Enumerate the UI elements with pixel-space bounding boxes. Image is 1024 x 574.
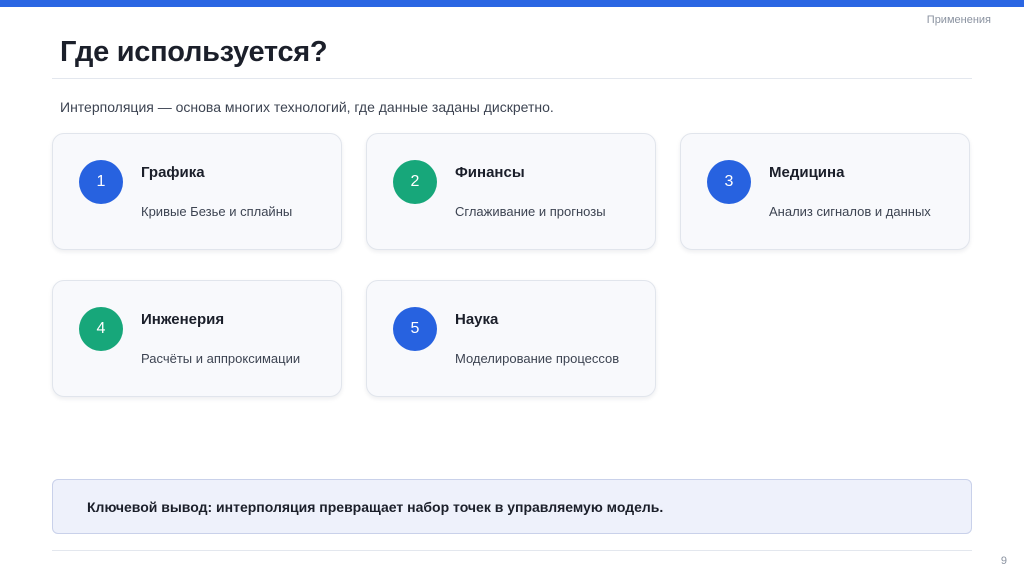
card-medicine: 3 Медицина Анализ сигналов и данных [680,133,970,250]
card-title: Финансы [455,164,525,181]
subtitle: Интерполяция — основа многих технологий,… [60,99,554,115]
key-takeaway-callout: Ключевой вывод: интерполяция превращает … [52,479,972,534]
card-description: Анализ сигналов и данных [769,204,931,219]
card-description: Сглаживание и прогнозы [455,204,606,219]
card-finance: 2 Финансы Сглаживание и прогнозы [366,133,656,250]
top-accent-bar [0,0,1024,7]
number-badge: 4 [79,307,123,351]
footer-divider [52,550,972,551]
number-badge: 3 [707,160,751,204]
card-description: Моделирование процессов [455,351,620,366]
card-description: Кривые Безье и сплайны [141,204,293,219]
card-engineering: 4 Инженерия Расчёты и аппроксимации [52,280,342,397]
card-graphics: 1 Графика Кривые Безье и сплайны [52,133,342,250]
card-title: Инженерия [141,311,225,328]
page-number: 9 [1000,555,1007,567]
number-badge: 2 [393,160,437,204]
card-title: Наука [455,311,499,328]
number-badge: 5 [393,307,437,351]
card-title: Медицина [769,164,845,181]
card-title: Графика [141,164,205,181]
card-description: Расчёты и аппроксимации [141,351,301,366]
card-science: 5 Наука Моделирование процессов [366,280,656,397]
callout-text: Ключевой вывод: интерполяция превращает … [87,499,664,515]
section-label: Применения [926,14,991,26]
title-divider [52,78,972,79]
number-badge: 1 [79,160,123,204]
page-title: Где используется? [60,36,328,68]
